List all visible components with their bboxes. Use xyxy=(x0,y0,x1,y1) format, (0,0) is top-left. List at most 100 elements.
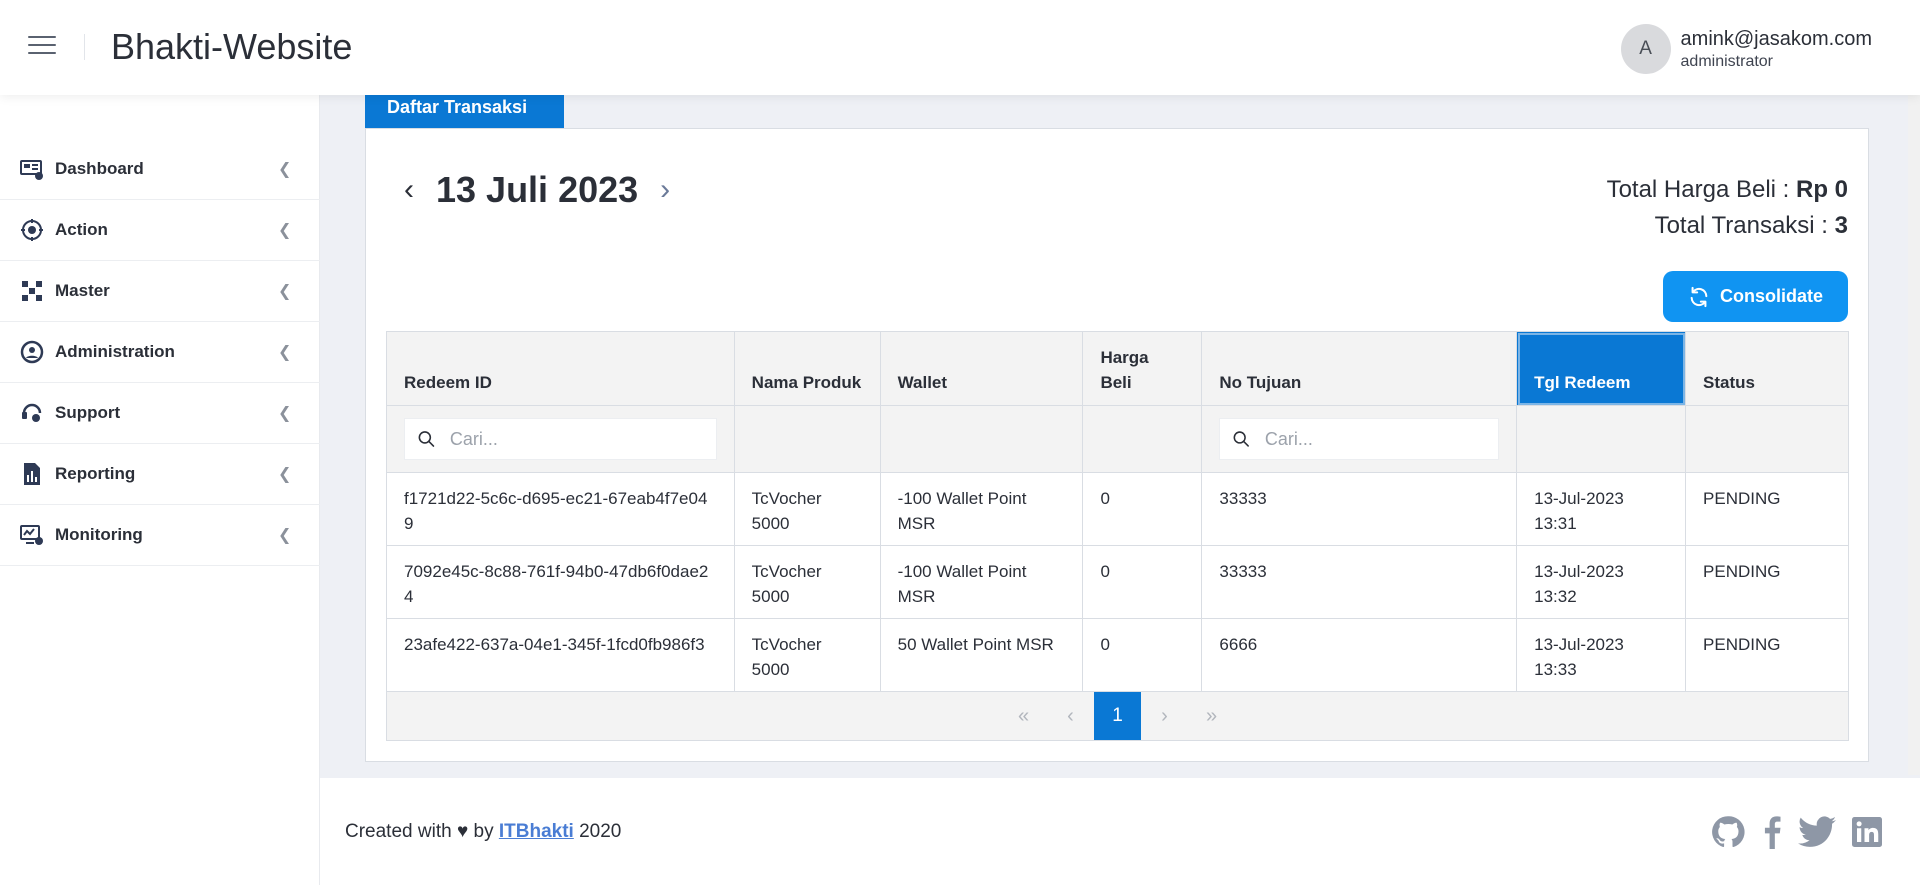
reporting-icon xyxy=(24,463,40,485)
chevron-left-icon[interactable]: ‹ xyxy=(404,173,414,207)
user-role: administrator xyxy=(1680,52,1774,70)
footer: Created with ♥ by ITBhakti 2020 xyxy=(320,778,1920,885)
action-icon xyxy=(21,219,43,241)
next-page-button[interactable]: › xyxy=(1141,692,1188,740)
sidebar-item-label: Reporting xyxy=(55,464,136,483)
sidebar-item-label: Monitoring xyxy=(55,525,143,544)
column-header-wallet[interactable]: Wallet xyxy=(879,331,1084,406)
cell-wallet: -100 Wallet Point MSR xyxy=(879,472,1084,546)
filter-cell xyxy=(879,405,1084,473)
transaction-card: ‹ 13 Juli 2023 › Total Harga Beli : Rp 0… xyxy=(365,128,1869,762)
sidebar-item-monitoring[interactable]: Monitoring ❮ xyxy=(0,505,320,566)
cell-status: PENDING xyxy=(1685,618,1849,692)
cell-tgl-redeem: 13-Jul-2023 13:31 xyxy=(1516,472,1687,546)
cell-no-tujuan: 33333 xyxy=(1201,545,1518,619)
github-icon[interactable] xyxy=(1710,814,1746,850)
social-links xyxy=(1694,814,1882,850)
cell-redeem-id: f1721d22-5c6c-d695-ec21-67eab4f7e049 xyxy=(386,472,735,546)
sidebar-item-label: Action xyxy=(55,220,108,239)
total-harga-value: Rp 0 xyxy=(1795,176,1848,203)
cell-nama-produk: TcVocher 5000 xyxy=(733,545,881,619)
filter-cell xyxy=(1516,405,1687,473)
first-page-button[interactable]: « xyxy=(1000,692,1047,740)
column-header-nama-produk[interactable]: Nama Produk xyxy=(733,331,881,406)
total-harga-label: Total Harga Beli : xyxy=(1606,176,1796,203)
pagination: « ‹ 1 › » xyxy=(387,692,1848,740)
user-email: amink@jasakom.com xyxy=(1680,27,1872,50)
current-date: 13 Juli 2023 xyxy=(436,169,639,210)
cell-nama-produk: TcVocher 5000 xyxy=(733,472,881,546)
sidebar-item-administration[interactable]: Administration ❮ xyxy=(0,322,320,383)
table-row[interactable]: 23afe422-637a-04e1-345f-1fcd0fb986f3 TcV… xyxy=(386,618,1849,692)
page-scrollbar[interactable] xyxy=(1908,95,1920,775)
refresh-icon xyxy=(1690,286,1708,307)
cell-no-tujuan: 33333 xyxy=(1201,472,1518,546)
total-transaksi-value: 3 xyxy=(1834,212,1848,239)
column-header-tgl-redeem[interactable]: Tgl Redeem xyxy=(1516,331,1687,406)
column-header-harga-beli[interactable]: Harga Beli xyxy=(1082,331,1203,406)
footer-prefix: Created with ♥ by xyxy=(345,821,499,842)
cell-tgl-redeem: 13-Jul-2023 13:33 xyxy=(1516,618,1687,692)
redeem-id-search-input[interactable] xyxy=(449,428,716,450)
pagination-bar: « ‹ 1 › » xyxy=(386,691,1849,741)
table-row[interactable]: 7092e45c-8c88-761f-94b0-47db6f0dae24 TcV… xyxy=(386,545,1849,619)
chevron-left-icon: ❮ xyxy=(278,405,292,422)
total-transaksi: Total Transaksi : 3 xyxy=(1607,208,1848,244)
chevron-left-icon: ❮ xyxy=(278,222,292,239)
sidebar-item-label: Administration xyxy=(55,342,175,361)
menu-toggle-icon[interactable] xyxy=(28,36,56,58)
footer-link-itbhakti[interactable]: ITBhakti xyxy=(499,821,574,842)
column-header-status[interactable]: Status xyxy=(1685,331,1849,406)
master-icon xyxy=(22,281,42,301)
sidebar-item-reporting[interactable]: Reporting ❮ xyxy=(0,444,320,505)
sidebar-item-support[interactable]: Support ❮ xyxy=(0,383,320,444)
chevron-left-icon: ❮ xyxy=(278,283,292,300)
sidebar-item-dashboard[interactable]: Dashboard ❮ xyxy=(0,139,320,200)
search-icon xyxy=(1233,431,1250,447)
chevron-left-icon: ❮ xyxy=(278,466,292,483)
consolidate-label: Consolidate xyxy=(1719,286,1823,306)
filter-cell xyxy=(1201,405,1518,473)
redeem-id-search xyxy=(404,418,717,460)
filter-cell xyxy=(386,405,735,473)
search-icon xyxy=(418,431,435,447)
prev-page-button[interactable]: ‹ xyxy=(1047,692,1094,740)
cell-redeem-id: 23afe422-637a-04e1-345f-1fcd0fb986f3 xyxy=(386,618,735,692)
date-navigator: ‹ 13 Juli 2023 › xyxy=(404,169,670,211)
avatar[interactable]: A xyxy=(1620,24,1671,74)
sidebar-item-master[interactable]: Master ❮ xyxy=(0,261,320,322)
support-icon xyxy=(22,403,42,422)
total-harga-beli: Total Harga Beli : Rp 0 xyxy=(1607,172,1848,208)
table-row[interactable]: f1721d22-5c6c-d695-ec21-67eab4f7e049 TcV… xyxy=(386,472,1849,546)
sidebar-item-label: Master xyxy=(55,281,110,300)
tab-daftar-transaksi[interactable]: Daftar Transaksi xyxy=(365,95,564,128)
twitter-icon[interactable] xyxy=(1798,816,1836,848)
cell-status: PENDING xyxy=(1685,545,1849,619)
sidebar-item-label: Support xyxy=(55,403,121,422)
sidebar: Dashboard ❮ Action ❮ Master ❮ Administra… xyxy=(0,95,320,885)
cell-wallet: 50 Wallet Point MSR xyxy=(879,618,1084,692)
filter-cell xyxy=(1685,405,1849,473)
column-header-no-tujuan[interactable]: No Tujuan xyxy=(1201,331,1518,406)
page-button-current[interactable]: 1 xyxy=(1094,692,1141,740)
user-menu[interactable]: A amink@jasakom.com administrator xyxy=(1620,24,1872,74)
totals-summary: Total Harga Beli : Rp 0 Total Transaksi … xyxy=(1607,172,1848,244)
chevron-left-icon: ❮ xyxy=(278,344,292,361)
chevron-left-icon: ❮ xyxy=(278,161,292,178)
monitoring-icon xyxy=(20,525,43,545)
chevron-right-icon[interactable]: › xyxy=(660,173,670,207)
last-page-button[interactable]: » xyxy=(1188,692,1235,740)
column-header-redeem-id[interactable]: Redeem ID xyxy=(386,331,735,406)
transactions-table: Redeem ID Nama Produk Wallet Harga Beli … xyxy=(386,331,1849,741)
app-title: Bhakti-Website xyxy=(111,26,353,67)
linkedin-icon[interactable] xyxy=(1852,817,1882,847)
cell-harga-beli: 0 xyxy=(1082,545,1203,619)
no-tujuan-search-input[interactable] xyxy=(1264,428,1499,450)
facebook-icon[interactable] xyxy=(1762,815,1782,849)
cell-no-tujuan: 6666 xyxy=(1201,618,1518,692)
consolidate-button[interactable]: Consolidate xyxy=(1663,271,1848,322)
top-bar: Bhakti-Website A amink@jasakom.com admin… xyxy=(0,0,1920,95)
no-tujuan-search xyxy=(1219,418,1500,460)
sidebar-item-action[interactable]: Action ❮ xyxy=(0,200,320,261)
cell-wallet: -100 Wallet Point MSR xyxy=(879,545,1084,619)
